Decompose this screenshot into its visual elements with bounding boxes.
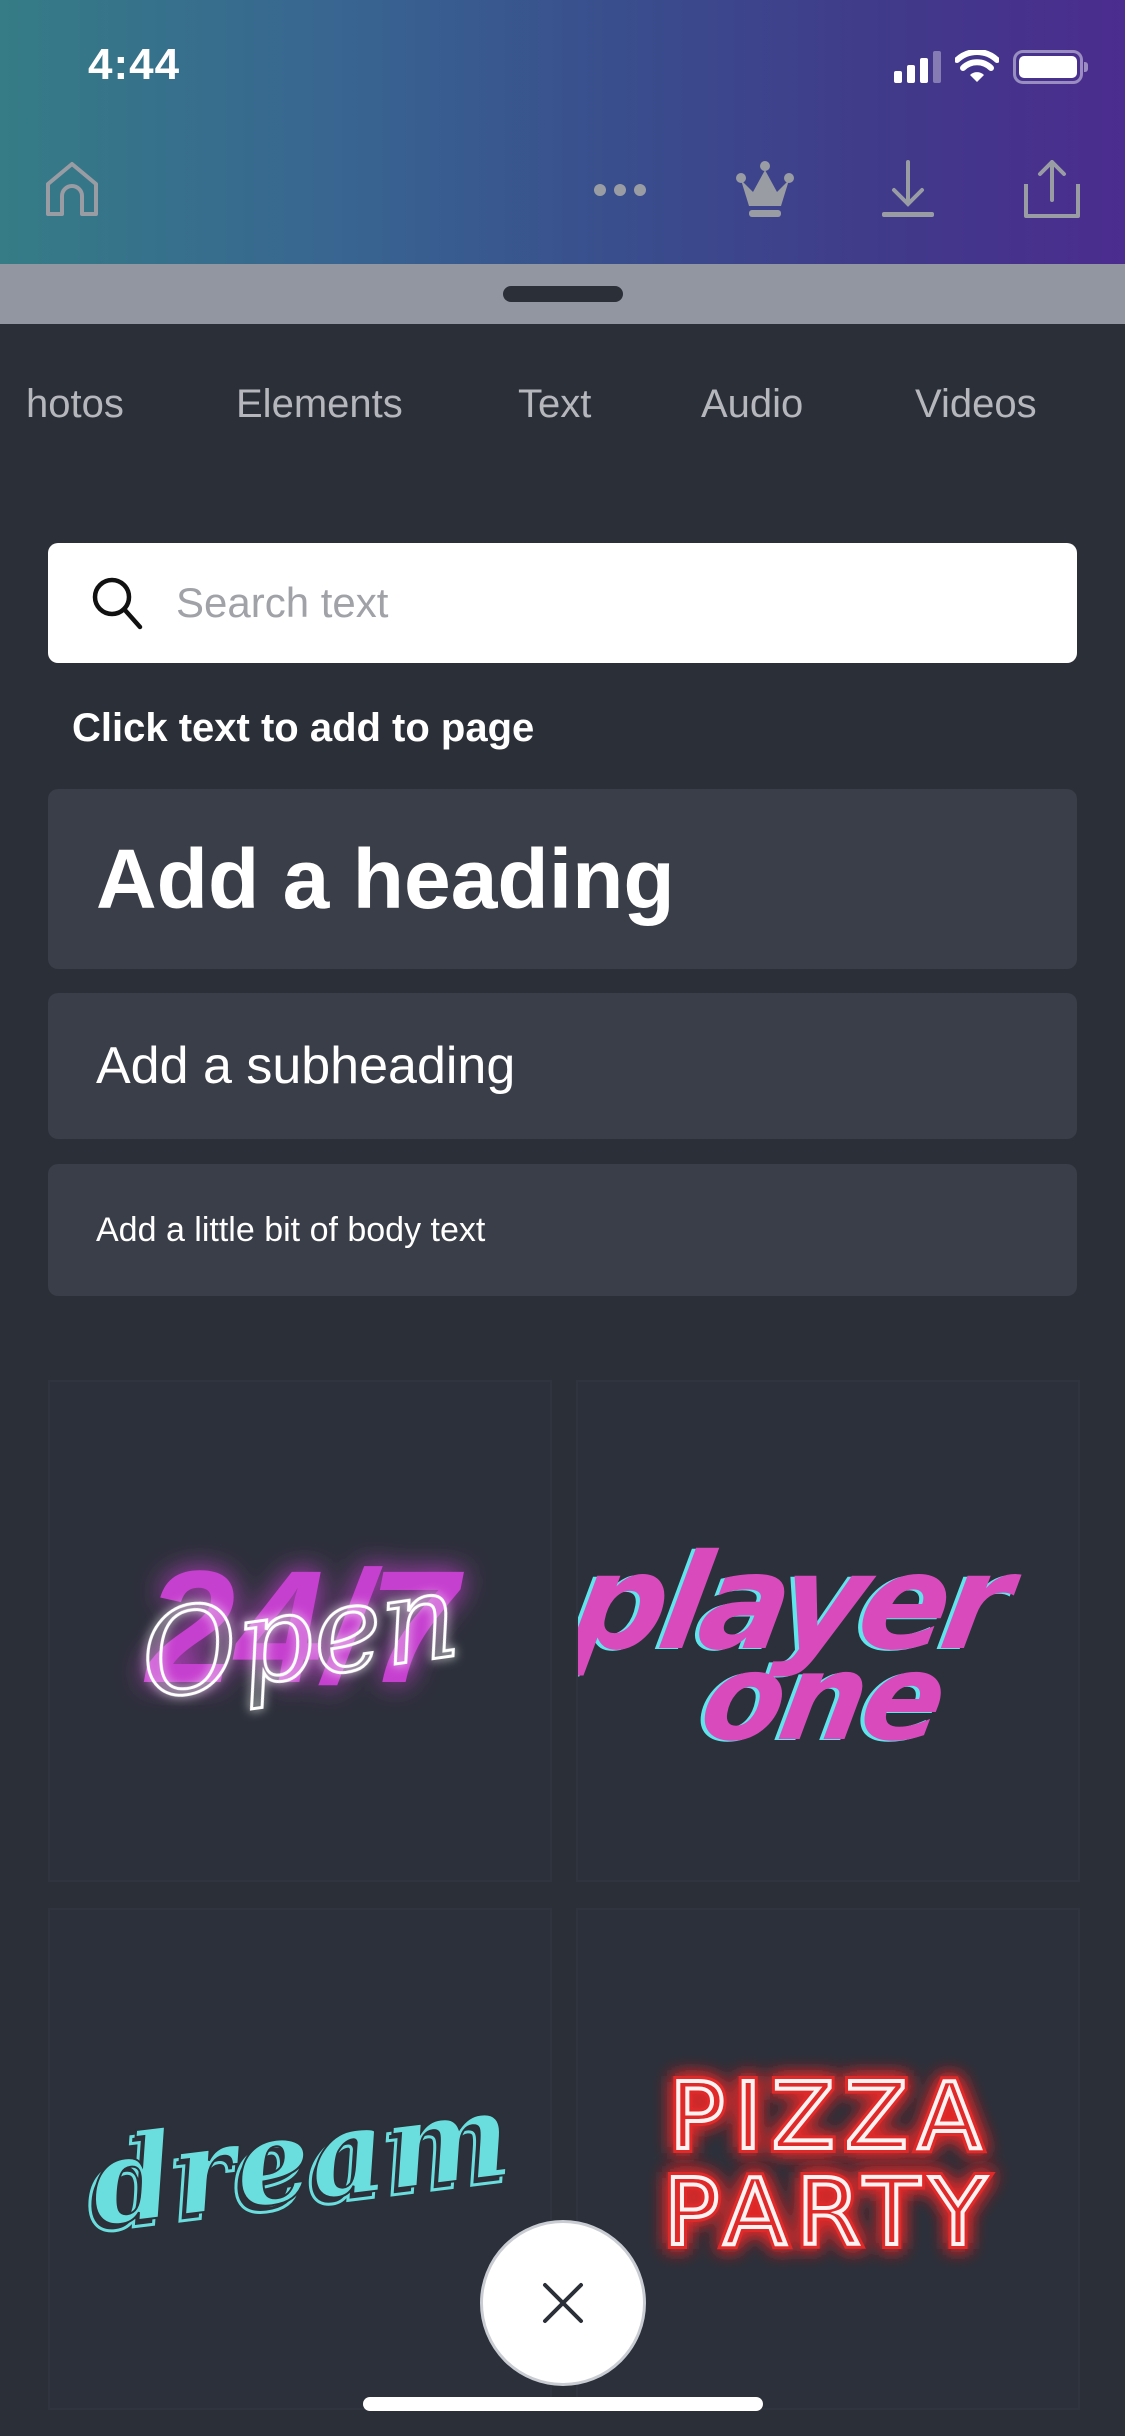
download-button[interactable] xyxy=(878,160,938,220)
add-body-text-button[interactable]: Add a little bit of body text xyxy=(48,1164,1077,1296)
tab-videos[interactable]: Videos xyxy=(915,382,1037,427)
tab-photos[interactable]: hotos xyxy=(26,382,124,427)
search-icon xyxy=(92,577,143,630)
search-input[interactable] xyxy=(174,578,1038,628)
wifi-icon xyxy=(955,50,999,82)
template-pizza-party-art: PIZZA PIZZA PARTY PARTY xyxy=(659,2058,996,2271)
panel-tabs: hotos Elements Text Audio Videos xyxy=(0,324,1125,492)
status-time: 4:44 xyxy=(88,40,181,89)
crown-icon xyxy=(736,161,794,217)
more-button[interactable] xyxy=(590,160,650,220)
home-indicator[interactable] xyxy=(363,2397,763,2411)
panel-drag-bar[interactable] xyxy=(0,264,1125,324)
template-pizza-party[interactable]: PIZZA PIZZA PARTY PARTY xyxy=(576,1908,1080,2410)
template-open-24-7[interactable]: 24/7 Open xyxy=(48,1380,552,1882)
add-heading-button[interactable]: Add a heading xyxy=(48,789,1077,969)
template-player-one[interactable]: player player one one xyxy=(576,1380,1080,1882)
drag-handle[interactable] xyxy=(503,286,623,302)
tab-elements[interactable]: Elements xyxy=(236,382,403,427)
add-body-text-label: Add a little bit of body text xyxy=(96,1210,486,1249)
share-icon xyxy=(1024,160,1080,218)
template-open-24-7-art: 24/7 Open xyxy=(131,1537,468,1728)
template-dream-text: dream xyxy=(83,2064,518,2253)
add-subheading-label: Add a subheading xyxy=(96,1037,516,1095)
more-horizontal-icon xyxy=(594,184,646,196)
search-box[interactable] xyxy=(48,543,1077,663)
home-icon xyxy=(46,162,98,216)
premium-button[interactable] xyxy=(735,160,795,220)
editor-header: 4:44 xyxy=(0,0,1125,264)
add-subheading-button[interactable]: Add a subheading xyxy=(48,993,1077,1139)
tab-audio[interactable]: Audio xyxy=(701,382,803,427)
template-party-text: PARTY xyxy=(664,2159,996,2266)
add-heading-label: Add a heading xyxy=(96,831,675,926)
close-panel-button[interactable] xyxy=(480,2220,646,2386)
status-icons xyxy=(894,50,1088,84)
share-button[interactable] xyxy=(1022,160,1082,220)
home-button[interactable] xyxy=(42,160,102,220)
template-player-one-art: player player one one xyxy=(578,1527,1030,1769)
instruction-label: Click text to add to page xyxy=(72,706,535,750)
template-dream-art: dream dream xyxy=(76,2063,519,2261)
template-pizza-text: PIZZA xyxy=(669,2063,991,2170)
battery-icon xyxy=(1013,50,1088,84)
download-icon xyxy=(882,160,934,217)
tab-text[interactable]: Text xyxy=(518,382,591,427)
signal-icon xyxy=(894,51,941,83)
close-icon xyxy=(543,2283,583,2323)
template-dream[interactable]: dream dream xyxy=(48,1908,552,2410)
template-one-text: one xyxy=(691,1628,953,1768)
